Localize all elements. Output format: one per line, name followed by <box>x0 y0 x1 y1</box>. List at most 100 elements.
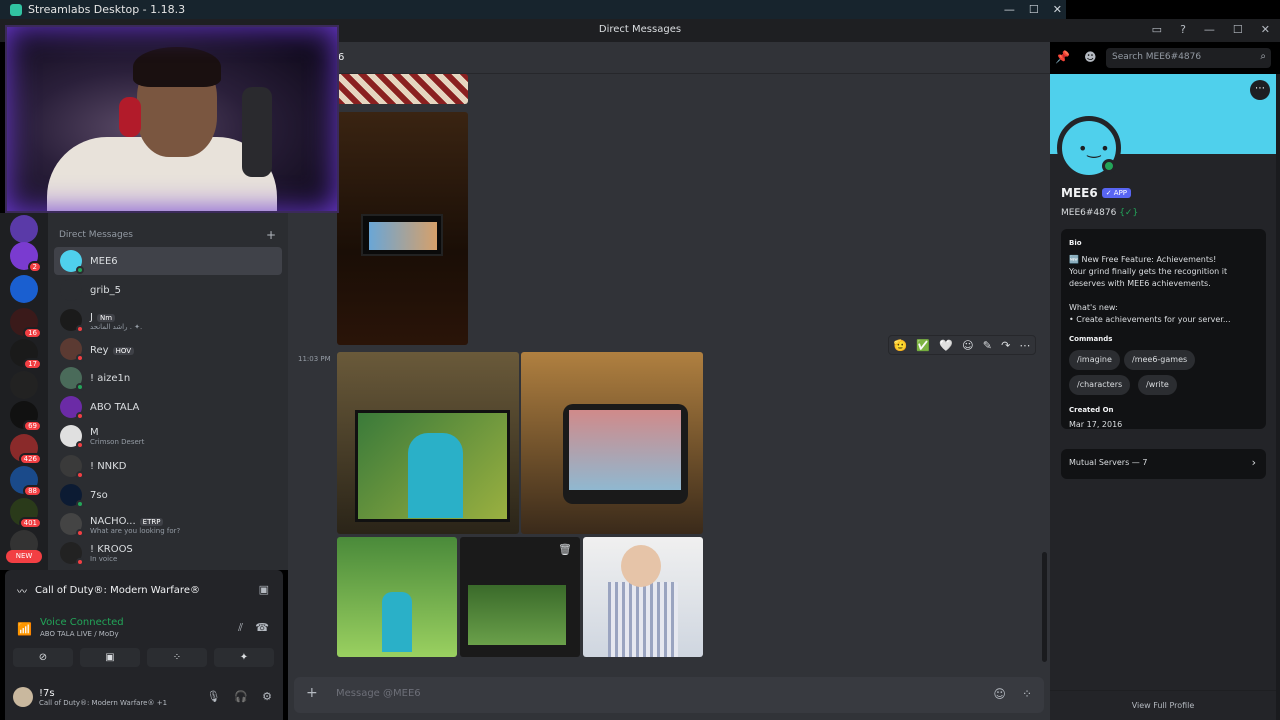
dm-header: Direct Messages <box>59 230 133 240</box>
message-input[interactable]: Message @MEE6 <box>336 688 421 699</box>
chat-scrollbar[interactable] <box>1042 552 1047 662</box>
activities-button[interactable]: ⁘ <box>147 648 207 667</box>
attachment-image[interactable] <box>337 112 468 345</box>
heart-emoji-icon[interactable]: 🤍 <box>939 339 953 352</box>
avatar <box>60 455 84 479</box>
emoji-icon[interactable]: ☺ <box>993 687 1006 701</box>
screen-share-button[interactable]: ▣ <box>80 648 140 667</box>
status-icon <box>76 266 84 274</box>
maximize-icon[interactable]: ☐ <box>1233 23 1243 36</box>
user-area[interactable]: !7s Call of Duty®: Modern Warfare® +1 🎙 … <box>13 682 278 712</box>
new-dm-icon[interactable]: + <box>266 228 276 242</box>
command-chip[interactable]: /imagine <box>1069 350 1120 370</box>
bio-line: • Create achievements for your server... <box>1069 315 1231 324</box>
apps-icon[interactable]: ⁘ <box>1022 687 1032 701</box>
dm-item[interactable]: MEE6 <box>54 247 282 275</box>
new-badge[interactable]: NEW <box>6 550 42 563</box>
avatar <box>60 513 84 537</box>
dm-item[interactable]: Rey HOV <box>54 335 282 363</box>
dm-name: grib_5 <box>90 284 121 296</box>
server-icon[interactable]: 426 <box>10 434 42 465</box>
server-icon[interactable] <box>10 371 38 399</box>
avatar[interactable]: •‿• <box>1057 116 1121 180</box>
trash-icon[interactable]: 🗑 <box>558 543 572 556</box>
command-chip[interactable]: /mee6-games <box>1124 350 1196 370</box>
chat-area: 6 11:03 PM 🫡 ✅ 🤍 ☺ ✎ ↷ ⋯ 🗑 + Message @ME… <box>288 42 1050 720</box>
bio-label: Bio <box>1069 239 1082 247</box>
webcam-overlay <box>5 25 339 213</box>
disconnect-icon[interactable]: ☎ <box>255 621 269 634</box>
help-icon[interactable]: ? <box>1180 23 1186 36</box>
search-input[interactable]: Search MEE6#4876 ⌕ <box>1106 48 1271 68</box>
dm-name: 7so <box>90 489 108 501</box>
reaction-emoji-icon[interactable]: 🫡 <box>894 339 908 352</box>
add-reaction-icon[interactable]: ☺ <box>962 339 973 352</box>
dm-item[interactable]: ! KROOS In voice <box>54 539 282 567</box>
commands-label: Commands <box>1069 335 1113 343</box>
server-icon[interactable]: 88 <box>10 466 42 497</box>
noise-suppression-icon[interactable]: ⫽ <box>238 621 243 635</box>
streamlabs-logo-icon <box>10 3 22 16</box>
dm-item[interactable]: NACHO... ETRP What are you looking for? <box>54 510 282 538</box>
attachment-image[interactable] <box>583 537 703 657</box>
dm-item[interactable]: 7so <box>54 481 282 509</box>
camera-off-button[interactable]: ⊘ <box>13 648 73 667</box>
minimize-icon[interactable]: — <box>1204 23 1215 36</box>
attachment-image[interactable]: 🗑 <box>460 537 580 657</box>
attachment-image[interactable] <box>337 537 457 657</box>
server-icon[interactable]: 17 <box>10 339 42 370</box>
voice-status[interactable]: Voice Connected <box>40 617 124 628</box>
avatar <box>60 279 82 301</box>
forward-icon[interactable]: ↷ <box>1001 339 1010 352</box>
dm-item[interactable]: grib_5 <box>54 276 282 304</box>
status-icon <box>76 383 84 391</box>
maximize-icon[interactable]: ☐ <box>1029 3 1039 16</box>
profile-card: Bio 🆕 New Free Feature: Achievements! Yo… <box>1061 229 1266 429</box>
dm-item[interactable]: J Nm راشد المانحد . ✦. <box>54 306 282 334</box>
voice-user-panel: 〰 Call of Duty®: Modern Warfare® ▣ 📶 Voi… <box>5 570 283 720</box>
view-full-profile-button[interactable]: View Full Profile <box>1050 690 1276 720</box>
message-composer[interactable]: + Message @MEE6 ☺ ⁘ <box>294 677 1044 713</box>
attachment-image[interactable] <box>521 352 703 534</box>
close-icon[interactable]: ✕ <box>1261 23 1270 36</box>
online-status-icon <box>1102 159 1116 173</box>
dm-status-text: What are you looking for? <box>90 526 181 535</box>
dm-name: Rey <box>90 344 109 356</box>
command-chip[interactable]: /write <box>1138 375 1177 395</box>
voice-channel[interactable]: ABO TALA LIVE / MoDy <box>40 630 119 638</box>
game-icon: 〰 <box>17 587 27 598</box>
headphones-icon[interactable]: 🎧 <box>234 690 248 703</box>
attachment-image[interactable] <box>337 352 519 534</box>
mic-icon[interactable]: 🎙 <box>206 690 220 703</box>
attach-icon[interactable]: + <box>306 685 318 701</box>
edit-icon[interactable]: ✎ <box>983 339 992 352</box>
user-profile-icon[interactable]: ☻ <box>1084 50 1097 64</box>
server-icon[interactable] <box>10 215 38 243</box>
profile-scrollbar[interactable] <box>1276 74 1280 720</box>
close-icon[interactable]: ✕ <box>1053 3 1062 16</box>
inbox-icon[interactable]: ▭ <box>1152 23 1162 36</box>
dm-item[interactable]: ABO TALA <box>54 393 282 421</box>
dm-item[interactable]: M Crimson Desert <box>54 422 282 450</box>
profile-tag: MEE6#4876 {✓} <box>1061 208 1139 218</box>
gear-icon[interactable]: ⚙ <box>262 690 272 703</box>
attachment-image[interactable] <box>337 74 468 104</box>
screen-icon[interactable]: ▣ <box>259 583 269 596</box>
dm-item[interactable]: ! aize1n <box>54 364 282 392</box>
server-icon[interactable]: 2 <box>10 242 42 273</box>
command-chip[interactable]: /characters <box>1069 375 1131 395</box>
server-icon[interactable]: 401 <box>10 498 42 529</box>
check-emoji-icon[interactable]: ✅ <box>916 339 930 352</box>
minimize-icon[interactable]: — <box>1004 3 1015 16</box>
soundboard-button[interactable]: ✦ <box>214 648 274 667</box>
dm-item[interactable]: ! NNKD <box>54 452 282 480</box>
server-icon[interactable]: 69 <box>10 401 42 432</box>
more-icon[interactable]: ⋯ <box>1019 339 1030 352</box>
dm-name: MEE6 <box>90 255 118 267</box>
server-icon[interactable]: 16 <box>10 308 42 339</box>
server-icon[interactable] <box>10 275 38 303</box>
more-icon[interactable]: ⋯ <box>1250 80 1270 100</box>
avatar[interactable] <box>13 687 33 707</box>
mutual-servers[interactable]: Mutual Servers — 7 › <box>1061 449 1266 479</box>
pin-icon[interactable]: 📌 <box>1055 50 1070 64</box>
